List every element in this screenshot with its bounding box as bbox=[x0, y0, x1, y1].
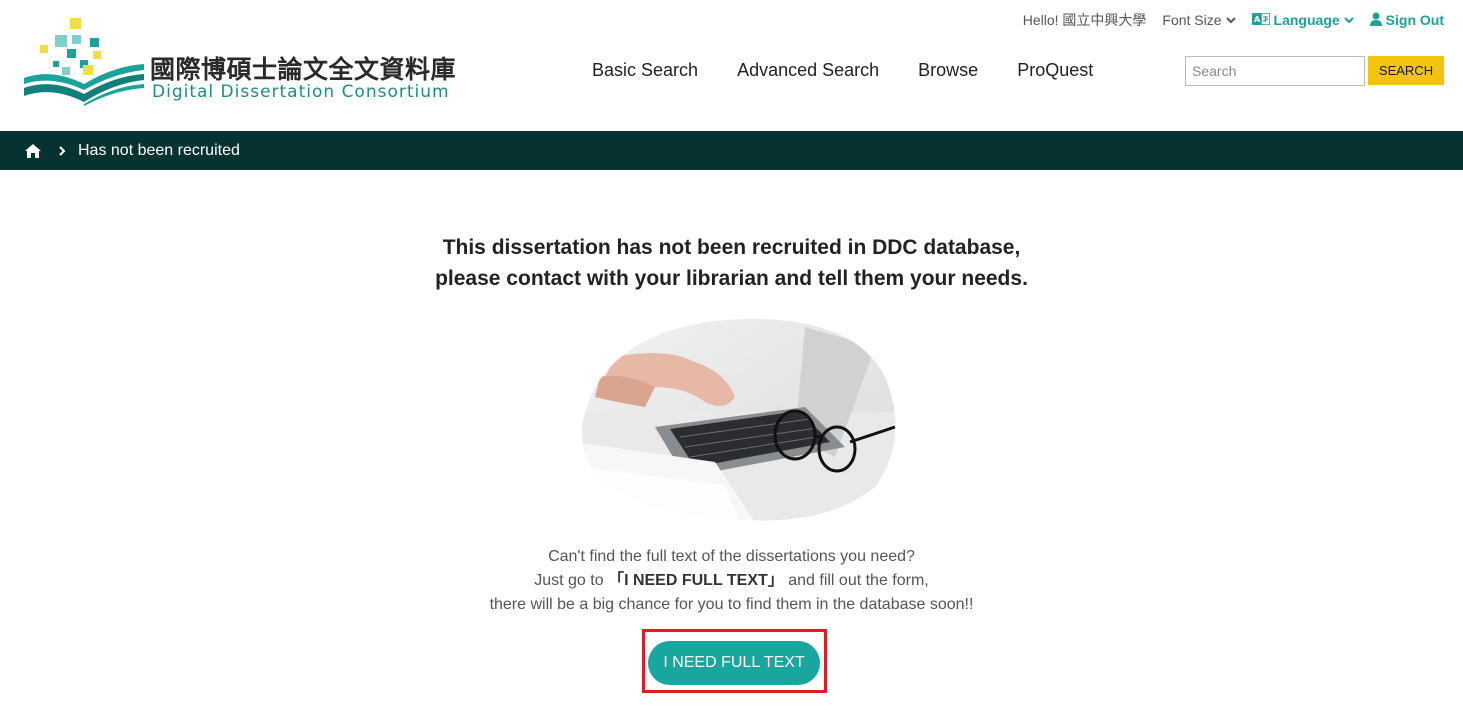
info-line-2-highlight: 「I NEED FULL TEXT」 bbox=[608, 572, 784, 589]
sign-out-label: Sign Out bbox=[1385, 12, 1444, 28]
user-icon bbox=[1369, 12, 1382, 29]
translate-icon: A bbox=[1251, 12, 1271, 28]
i-need-full-text-button[interactable]: I NEED FULL TEXT bbox=[648, 641, 820, 685]
nav-browse[interactable]: Browse bbox=[918, 60, 978, 81]
language-label: Language bbox=[1273, 12, 1340, 28]
laptop-typing-photo bbox=[582, 318, 896, 521]
greeting-text: Hello! 國立中興大學 bbox=[1022, 12, 1147, 28]
logo-title-zh: 國際博碩士論文全文資料庫 bbox=[150, 55, 457, 84]
user-toolbar: Hello! 國立中興大學 Font Size A Language Sign … bbox=[1023, 10, 1444, 30]
info-line-2-prefix: Just go to bbox=[534, 572, 609, 589]
search-input[interactable] bbox=[1185, 56, 1365, 86]
site-logo[interactable]: 國際博碩士論文全文資料庫 Digital Dissertation Consor… bbox=[22, 16, 456, 106]
page-headline: This dissertation has not been recruited… bbox=[0, 232, 1463, 294]
headline-line-1: This dissertation has not been recruited… bbox=[442, 236, 1021, 259]
logo-title-en: Digital Dissertation Consortium bbox=[152, 82, 450, 102]
info-line-3: there will be a big chance for you to fi… bbox=[489, 596, 974, 613]
main-nav: Basic Search Advanced Search Browse ProQ… bbox=[592, 60, 1093, 81]
book-logo-icon bbox=[24, 18, 144, 106]
language-dropdown[interactable]: A Language bbox=[1251, 12, 1354, 28]
chevron-right-icon bbox=[59, 145, 66, 156]
font-size-dropdown[interactable]: Font Size bbox=[1162, 12, 1236, 28]
info-line-1: Can't find the full text of the disserta… bbox=[548, 548, 915, 565]
sign-out-link[interactable]: Sign Out bbox=[1369, 12, 1444, 29]
nav-advanced-search[interactable]: Advanced Search bbox=[737, 60, 879, 81]
site-header: 國際博碩士論文全文資料庫 Digital Dissertation Consor… bbox=[0, 0, 1463, 131]
home-icon[interactable] bbox=[24, 143, 42, 159]
nav-basic-search[interactable]: Basic Search bbox=[592, 60, 698, 81]
info-text: Can't find the full text of the disserta… bbox=[0, 545, 1463, 617]
chevron-down-icon bbox=[1343, 15, 1354, 25]
breadcrumb-current: Has not been recruited bbox=[78, 141, 240, 159]
font-size-label: Font Size bbox=[1162, 12, 1222, 28]
chevron-down-icon bbox=[1225, 15, 1236, 25]
search-button[interactable]: SEARCH bbox=[1368, 56, 1444, 85]
breadcrumb: Has not been recruited bbox=[0, 131, 1463, 170]
nav-proquest[interactable]: ProQuest bbox=[1017, 60, 1093, 81]
svg-text:A: A bbox=[1254, 15, 1261, 24]
headline-line-2: please contact with your librarian and t… bbox=[435, 267, 1028, 290]
info-line-2: Just go to 「I NEED FULL TEXT」 and fill o… bbox=[0, 569, 1463, 593]
info-line-2-suffix: and fill out the form, bbox=[783, 572, 929, 589]
